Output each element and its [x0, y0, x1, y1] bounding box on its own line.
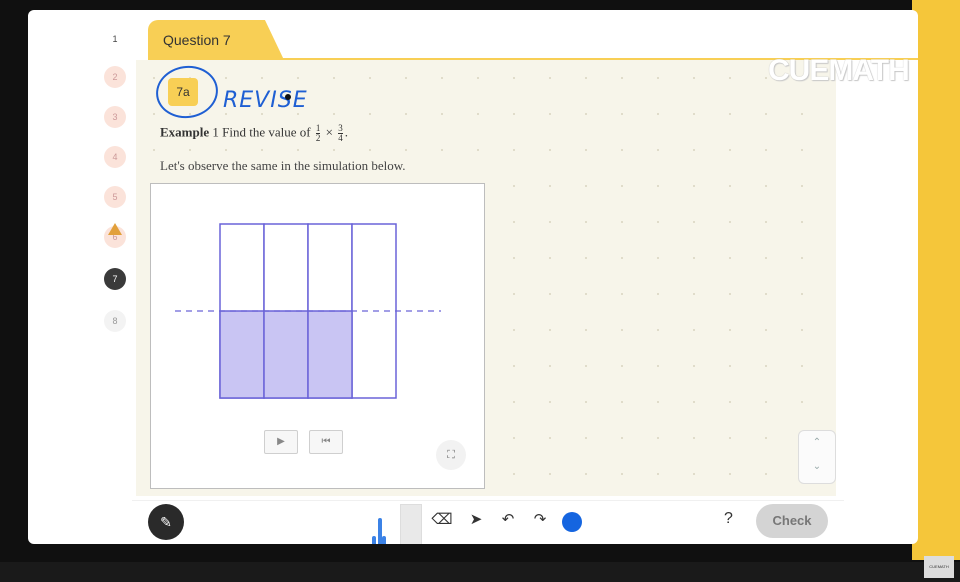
- fraction-three-fourths: 3 4: [338, 123, 343, 143]
- bottom-toolbar: [132, 500, 844, 543]
- page-scroll-control: ⌃ ⌄: [798, 430, 836, 484]
- pencil-icon: ✎: [160, 514, 172, 530]
- question-nav-8[interactable]: 8: [104, 310, 126, 332]
- scroll-up-icon[interactable]: ⌃: [799, 431, 835, 455]
- question-nav-4[interactable]: 4: [104, 146, 126, 168]
- draw-tool-button[interactable]: ✎: [148, 504, 184, 540]
- expand-icon: ⛶: [447, 449, 455, 461]
- shaded-cell-3: [307, 310, 353, 399]
- eraser-icon[interactable]: ⌫: [430, 510, 454, 528]
- channel-watermark: CUEMATH: [924, 556, 954, 578]
- example-text: Find the value of: [222, 124, 311, 140]
- question-nav-5[interactable]: 5: [104, 186, 126, 208]
- device-bottom-edge: [0, 562, 960, 582]
- question-nav-1[interactable]: 1: [104, 28, 126, 50]
- fraction-one-half: 1 2: [315, 123, 321, 143]
- example-line: Example 1 Find the value of 1 2 × 3 4 .: [160, 123, 348, 143]
- ruler-icon[interactable]: [400, 504, 422, 544]
- question-tab-title: Question 7: [163, 32, 231, 48]
- shaded-cell-1: [219, 310, 265, 399]
- redo-icon[interactable]: ↷: [528, 510, 552, 528]
- example-label: Example: [160, 124, 210, 140]
- shaded-cell-2: [263, 310, 309, 399]
- play-icon: ▶: [277, 436, 285, 447]
- tablet-screen: 1 2 3 4 5 6 7 8 Question 7 CUEMATH 7a RE…: [28, 10, 918, 544]
- example-number: 1: [212, 124, 219, 140]
- undo-icon[interactable]: ↶: [496, 510, 520, 528]
- reset-button[interactable]: ⏮: [309, 430, 343, 454]
- warning-icon: [108, 223, 122, 235]
- scroll-down-icon[interactable]: ⌄: [799, 455, 835, 479]
- ink-dot: [285, 94, 291, 100]
- question-nav-3[interactable]: 3: [104, 106, 126, 128]
- observe-text: Let's observe the same in the simulation…: [160, 158, 406, 173]
- select-pointer-icon[interactable]: ➤: [464, 510, 488, 528]
- help-button[interactable]: ?: [724, 510, 733, 528]
- question-nav-2[interactable]: 2: [104, 66, 126, 88]
- color-picker[interactable]: [562, 512, 582, 532]
- question-nav-7[interactable]: 7: [104, 268, 126, 290]
- brand-logo: CUEMATH: [768, 54, 910, 87]
- fraction-simulation: ▶ ⏮ ⛶: [150, 183, 485, 489]
- rewind-icon: ⏮: [321, 436, 331, 447]
- check-button[interactable]: Check: [756, 504, 828, 538]
- pen-icon[interactable]: [382, 536, 386, 544]
- expand-button[interactable]: ⛶: [436, 440, 466, 470]
- times-symbol: ×: [325, 124, 333, 140]
- pen-icon[interactable]: [372, 536, 376, 544]
- handwritten-note: REVISE: [223, 88, 308, 113]
- background-yellow-edge: [912, 0, 960, 560]
- play-button[interactable]: ▶: [264, 430, 298, 454]
